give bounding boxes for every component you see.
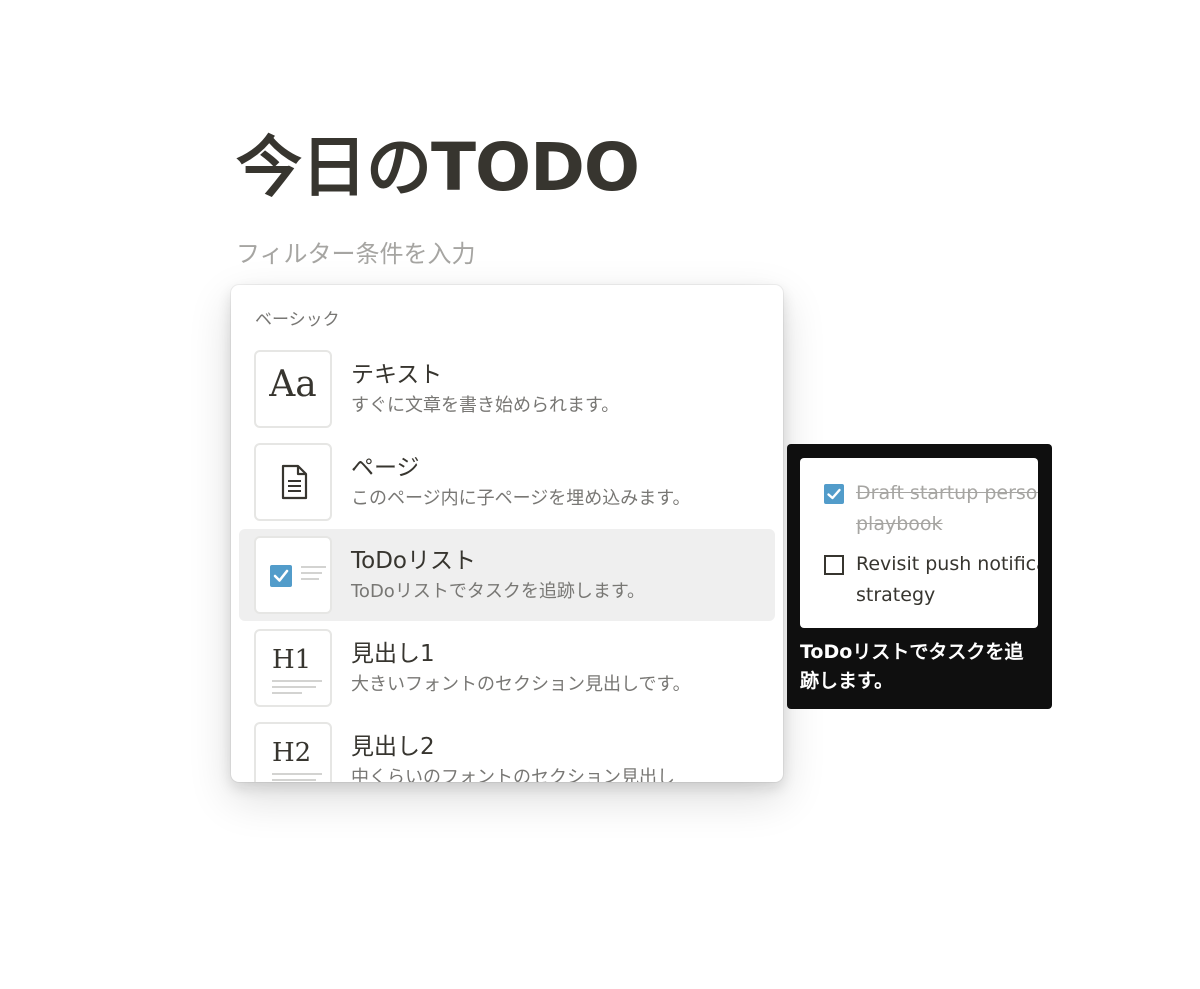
preview-card: Draft startup persona interview playbook…: [800, 458, 1038, 628]
heading-1-icon: H1: [254, 629, 332, 707]
unchecked-checkbox-icon: [824, 555, 844, 575]
menu-item-title: テキスト: [351, 362, 443, 388]
preview-todo-item: Revisit push notification strategy: [856, 553, 1038, 606]
section-label-basic: ベーシック: [255, 310, 340, 330]
block-type-menu: ベーシック Aa テキスト すぐに文章を書き始められます。 ページ このページ内…: [231, 285, 783, 782]
menu-item-heading-1[interactable]: H1 見出し1 大きいフォントのセクション見出しです。: [239, 622, 775, 714]
page-title: 今日のTODO: [236, 129, 640, 206]
menu-item-description: このページ内に子ページを埋め込みます。: [351, 488, 691, 509]
menu-item-heading-2[interactable]: H2 見出し2 中くらいのフォントのセクション見出し: [239, 715, 775, 782]
filter-input[interactable]: [236, 236, 756, 272]
menu-item-description: すぐに文章を書き始められます。: [351, 395, 620, 416]
preview-todo-item-done: Draft startup persona interview playbook: [856, 482, 1038, 535]
checked-checkbox-icon: [824, 484, 844, 504]
todo-checkbox-icon: [254, 536, 332, 614]
document-icon: [254, 443, 332, 521]
menu-item-description: 大きいフォントのセクション見出しです。: [351, 674, 691, 695]
text-aa-icon: Aa: [254, 350, 332, 428]
menu-item-todo-list[interactable]: ToDoリスト ToDoリストでタスクを追跡します。: [239, 529, 775, 621]
menu-item-title: ToDoリスト: [351, 548, 476, 574]
menu-item-title: ページ: [351, 455, 420, 481]
menu-item-title: 見出し1: [351, 641, 435, 667]
todo-preview-tooltip: Draft startup persona interview playbook…: [787, 444, 1052, 709]
menu-item-description: 中くらいのフォントのセクション見出し: [351, 767, 675, 782]
preview-caption: ToDoリストでタスクを追跡します。: [800, 641, 1024, 692]
menu-item-title: 見出し2: [351, 734, 435, 760]
menu-item-page[interactable]: ページ このページ内に子ページを埋め込みます。: [239, 436, 775, 528]
heading-2-icon: H2: [254, 722, 332, 782]
menu-item-text[interactable]: Aa テキスト すぐに文章を書き始められます。: [239, 343, 775, 435]
menu-item-description: ToDoリストでタスクを追跡します。: [351, 581, 646, 602]
